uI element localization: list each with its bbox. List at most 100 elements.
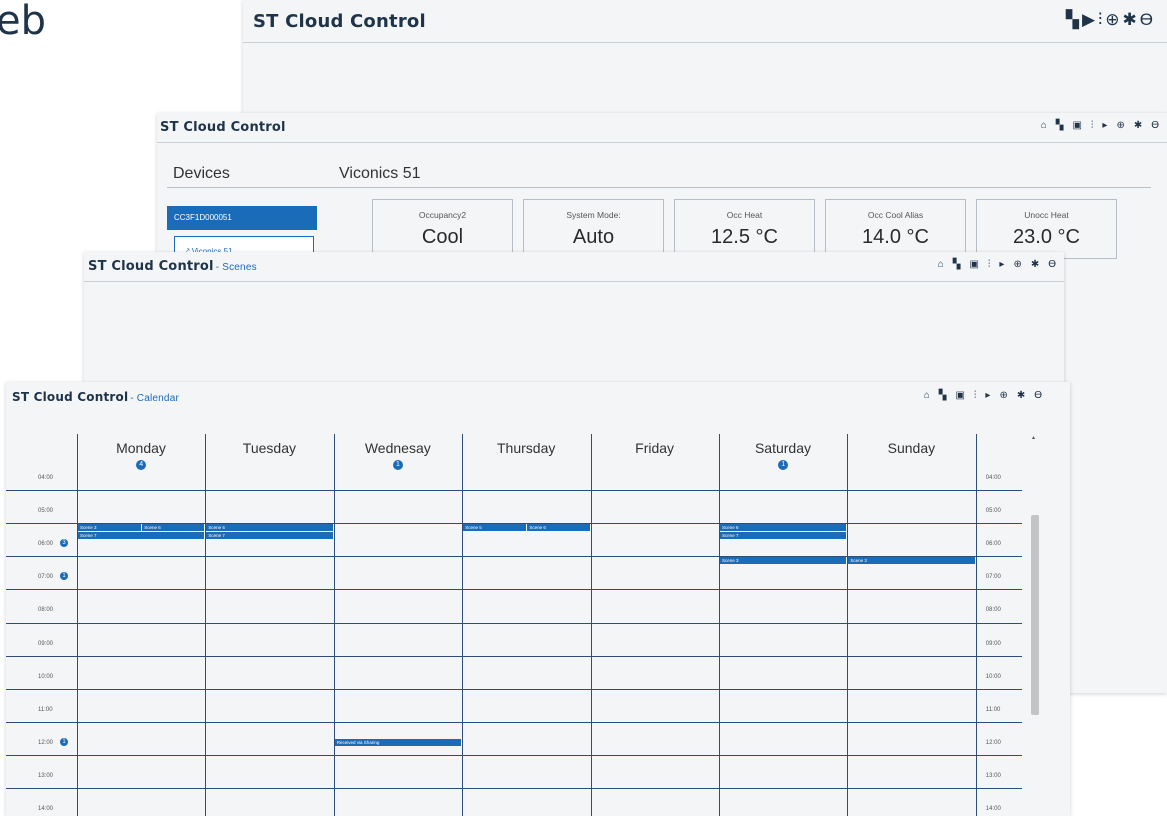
day-header[interactable]: Saturday: [719, 440, 847, 456]
home-icon[interactable]: ⌂: [1041, 120, 1047, 131]
tile-label: Unocc Heat: [1024, 210, 1069, 220]
grid-hline: [6, 721, 1022, 723]
calendar-event[interactable]: Scene 3: [720, 557, 847, 565]
grid-hline: [6, 688, 1022, 690]
time-label-right: 05:00: [985, 508, 1001, 515]
calendar-event[interactable]: Scene 3: [78, 524, 142, 532]
toolbar: ⌂ ▚ ▣ ⫶ ▸ ⊕ ✱ ϴ: [938, 259, 1056, 270]
day-header[interactable]: Sunday: [847, 440, 975, 456]
time-label-left: 13:00: [38, 772, 54, 779]
calendar-event[interactable]: Scene 6: [527, 524, 590, 532]
tile-value: 14.0 °C: [862, 226, 929, 248]
calendar-event[interactable]: Scene 7: [206, 532, 333, 540]
play-icon[interactable]: ▸: [999, 259, 1004, 270]
play-icon[interactable]: ▸: [1102, 120, 1107, 131]
account-icon[interactable]: ϴ: [1151, 120, 1159, 131]
dashboard-icon[interactable]: ▚: [953, 259, 961, 270]
device-tile[interactable]: System Mode: Auto: [523, 199, 664, 259]
time-label-right: 14:00: [985, 806, 1001, 812]
grid-vline: [847, 434, 849, 816]
scroll-up-icon[interactable]: ▴: [1032, 434, 1035, 441]
tile-label: System Mode:: [566, 210, 621, 220]
time-label-left: 12:00: [38, 739, 54, 746]
grid-hline: [6, 622, 1022, 624]
page-subtitle: - Scenes: [215, 262, 257, 273]
calendar-event[interactable]: Scene 6: [142, 524, 205, 532]
calendar-icon[interactable]: ▣: [969, 259, 978, 270]
device-detail-heading: Viconics 51: [339, 165, 421, 182]
account-icon[interactable]: ϴ: [1048, 259, 1056, 270]
tile-value: Auto: [572, 226, 615, 248]
tile-value: 12.5 °C: [711, 226, 778, 248]
add-icon[interactable]: ⊕: [1105, 10, 1119, 30]
calendar-event[interactable]: Scene 3: [848, 557, 975, 565]
day-header[interactable]: Monday: [77, 440, 205, 456]
calendar-event[interactable]: Scene 5: [463, 524, 527, 532]
top-bar: ST Cloud Control - Scenes ⌂ ▚ ▣ ⫶ ▸ ⊕ ✱ ϴ: [84, 252, 1064, 282]
scrollbar[interactable]: [1031, 515, 1039, 715]
grid-vline: [205, 434, 207, 816]
grid-hline: [6, 490, 1022, 492]
gear-icon[interactable]: ✱: [1123, 10, 1137, 30]
grid-vline: [462, 434, 464, 816]
tile-label: Occupancy2: [418, 210, 467, 220]
toolbar: ⌂ ▚ ▣ ⫶ ▸ ⊕ ✱ ϴ: [1041, 120, 1159, 131]
device-tile[interactable]: Occ Cool Alias 14.0 °C: [825, 199, 966, 259]
time-label-right: 12:00: [985, 739, 1001, 746]
device-tile[interactable]: Unocc Heat 23.0 °C: [976, 199, 1117, 259]
time-label-right: 09:00: [985, 640, 1001, 647]
remote-icon[interactable]: ⫶: [988, 259, 991, 270]
time-label-left: 11:00: [38, 706, 53, 713]
app-title: ST Cloud Control: [160, 120, 286, 135]
calendar-event[interactable]: Scene 6: [720, 524, 847, 532]
tile-label: Occ Heat: [726, 210, 763, 220]
tile-label: Occ Cool Alias: [867, 210, 924, 220]
device-list-item-selected[interactable]: CC3F1D000051: [167, 206, 317, 230]
account-icon[interactable]: ϴ: [1140, 10, 1153, 30]
time-label-left: 14:00: [38, 806, 54, 812]
day-header[interactable]: Tuesday: [205, 440, 333, 456]
app-title: ST Cloud Control: [253, 11, 426, 32]
day-event-count-badge: 4: [136, 460, 147, 470]
time-label-right: 08:00: [985, 607, 1001, 614]
time-label-left: 10:00: [38, 673, 54, 680]
tile-value: Cool: [421, 226, 464, 248]
backdrop-text: eb: [0, 0, 46, 44]
time-label-right: 13:00: [985, 772, 1001, 779]
toolbar: ▚ ▶ ⫶ ⊕ ✱ ϴ: [1066, 10, 1153, 30]
grid-vline: [77, 434, 78, 816]
divider: [313, 187, 1151, 188]
gear-icon[interactable]: ✱: [1134, 120, 1142, 131]
remote-icon[interactable]: ⫶: [1098, 10, 1102, 30]
calendar-event[interactable]: Scene 6: [206, 524, 333, 532]
calendar-event[interactable]: Scene 7: [720, 532, 847, 540]
window-dashboard: ST Cloud Control ▚ ▶ ⫶ ⊕ ✱ ϴ: [243, 0, 1167, 120]
calendar-icon[interactable]: ▣: [1072, 120, 1081, 131]
day-header[interactable]: Thursday: [462, 440, 590, 456]
home-icon[interactable]: ⌂: [938, 259, 944, 270]
device-tile[interactable]: Occ Heat 12.5 °C: [674, 199, 815, 259]
time-label-left: 04:00: [38, 475, 54, 481]
day-header[interactable]: Wednesay: [334, 440, 462, 456]
calendar-event[interactable]: Scene 7: [78, 532, 205, 540]
grid-hline: [6, 655, 1022, 657]
grid-vline: [333, 434, 335, 816]
time-label-right: 04:00: [985, 475, 1001, 481]
time-label-right: 07:00: [985, 574, 1001, 581]
dashboard-icon[interactable]: ▚: [1066, 10, 1079, 30]
time-label-right: 10:00: [985, 673, 1001, 680]
hour-event-count-badge: 1: [60, 572, 68, 581]
calendar-event[interactable]: Received via Sharing: [334, 738, 462, 746]
play-icon[interactable]: ▶: [1082, 10, 1095, 30]
app-title-main: ST Cloud Control: [88, 259, 214, 274]
add-icon[interactable]: ⊕: [1116, 120, 1124, 131]
dashboard-icon[interactable]: ▚: [1056, 120, 1064, 131]
add-icon[interactable]: ⊕: [1013, 259, 1021, 270]
window-scenes: ST Cloud Control - Scenes ⌂ ▚ ▣ ⫶ ▸ ⊕ ✱ ϴ: [84, 252, 1064, 387]
device-tile[interactable]: Occupancy2 Cool: [372, 199, 513, 259]
day-header[interactable]: Friday: [591, 440, 719, 456]
gear-icon[interactable]: ✱: [1031, 259, 1039, 270]
grid-vline: [719, 434, 720, 816]
calendar-grid: ▴ Monday 4 Tuesday Wednesay 1 Thursday Friday S…: [6, 382, 1070, 816]
remote-icon[interactable]: ⫶: [1091, 120, 1094, 131]
